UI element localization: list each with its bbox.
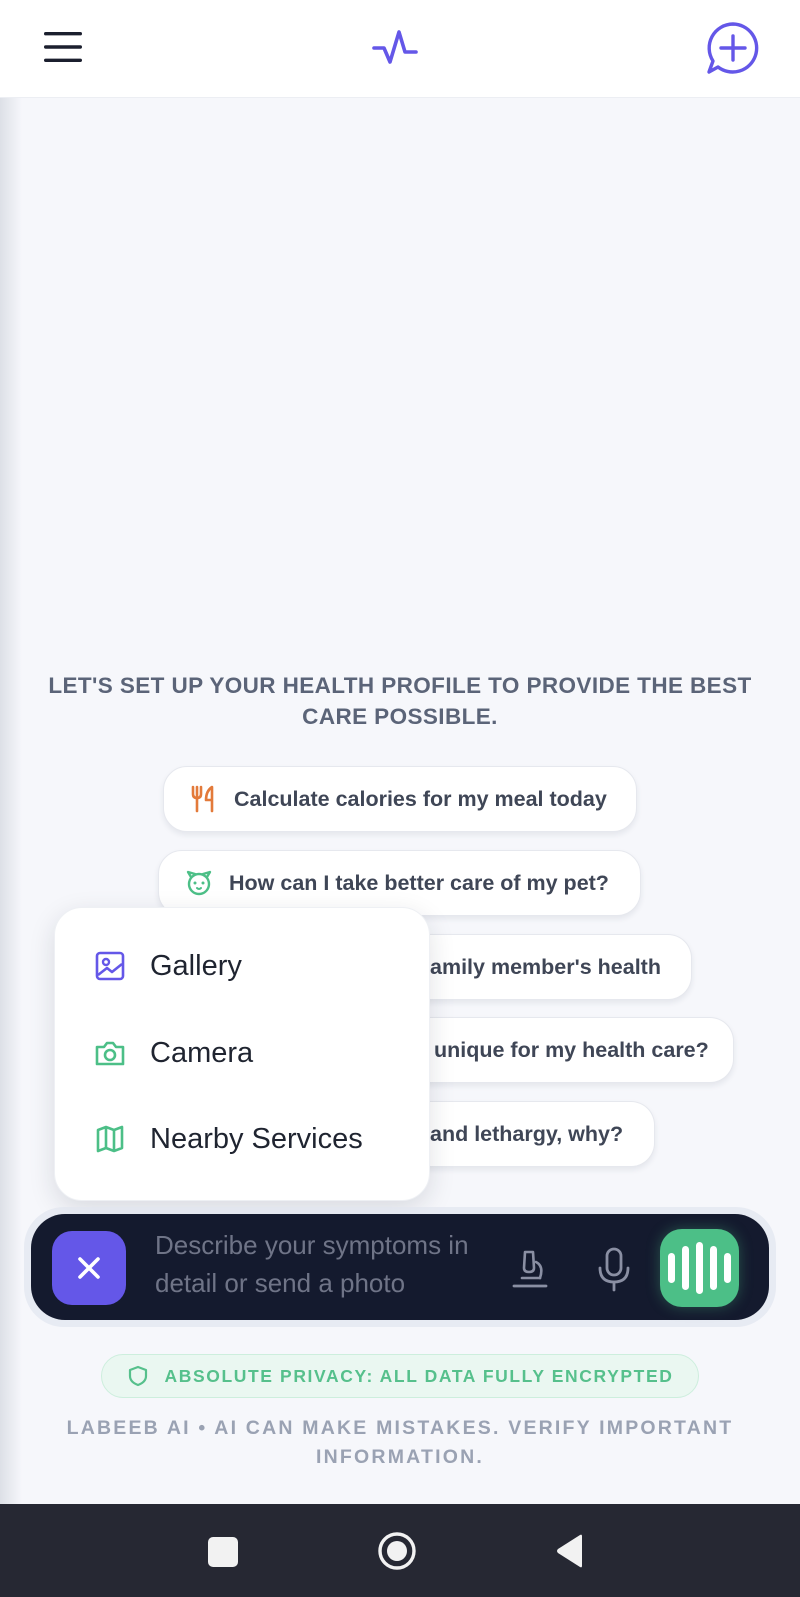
suggestion-label: Calculate calories for my meal today [234,786,607,811]
microscope-button[interactable] [510,1248,550,1290]
app-header [0,0,800,98]
suggestion-chip-unique[interactable]: unique for my health care? [420,1017,734,1083]
menu-item-camera[interactable]: Camera [54,1010,430,1096]
menu-item-gallery[interactable]: Gallery [54,923,430,1009]
voice-wave-icon [665,1242,735,1294]
new-chat-button[interactable] [704,20,762,76]
utensils-icon [190,785,218,813]
square-recents-icon[interactable] [208,1537,238,1567]
image-icon [94,950,126,982]
suggestion-chip-lethargy[interactable]: and lethargy, why? [420,1101,655,1167]
pet-paw-icon [185,869,213,897]
triangle-back-icon[interactable] [555,1533,585,1569]
menu-item-nearby-services[interactable]: Nearby Services [54,1096,430,1182]
close-icon [78,1257,100,1279]
welcome-heading: LET'S SET UP YOUR HEALTH PROFILE TO PROV… [48,673,752,729]
side-shadow [0,98,22,1504]
voice-mode-button[interactable] [660,1229,739,1307]
menu-button[interactable] [38,24,88,70]
suggestion-label: amily member's health [430,954,661,979]
suggestion-label: and lethargy, why? [430,1121,624,1146]
menu-item-label: Nearby Services [150,1122,363,1155]
circle-home-icon[interactable] [377,1531,417,1571]
hamburger-menu-icon [44,32,82,62]
ai-disclaimer: LABEEB AI • AI CAN MAKE MISTAKES. VERIFY… [66,1417,734,1468]
privacy-badge: ABSOLUTE PRIVACY: ALL DATA FULLY ENCRYPT… [101,1354,699,1398]
pulse-activity-icon [372,30,418,64]
menu-item-label: Camera [150,1036,254,1069]
privacy-text: ABSOLUTE PRIVACY: ALL DATA FULLY ENCRYPT… [164,1365,674,1386]
microphone-button[interactable] [594,1246,634,1292]
close-attach-button[interactable] [52,1231,126,1305]
suggestion-chip-family[interactable]: amily member's health [420,934,692,1000]
camera-icon [94,1037,126,1069]
suggestion-chip-calories[interactable]: Calculate calories for my meal today [163,766,637,832]
map-icon [94,1123,126,1155]
suggestion-label: unique for my health care? [434,1037,709,1062]
message-input[interactable]: Describe your symptoms in detail or send… [155,1226,485,1302]
menu-item-label: Gallery [150,949,242,982]
shield-icon [128,1365,147,1387]
suggestion-label: How can I take better care of my pet? [229,870,609,895]
